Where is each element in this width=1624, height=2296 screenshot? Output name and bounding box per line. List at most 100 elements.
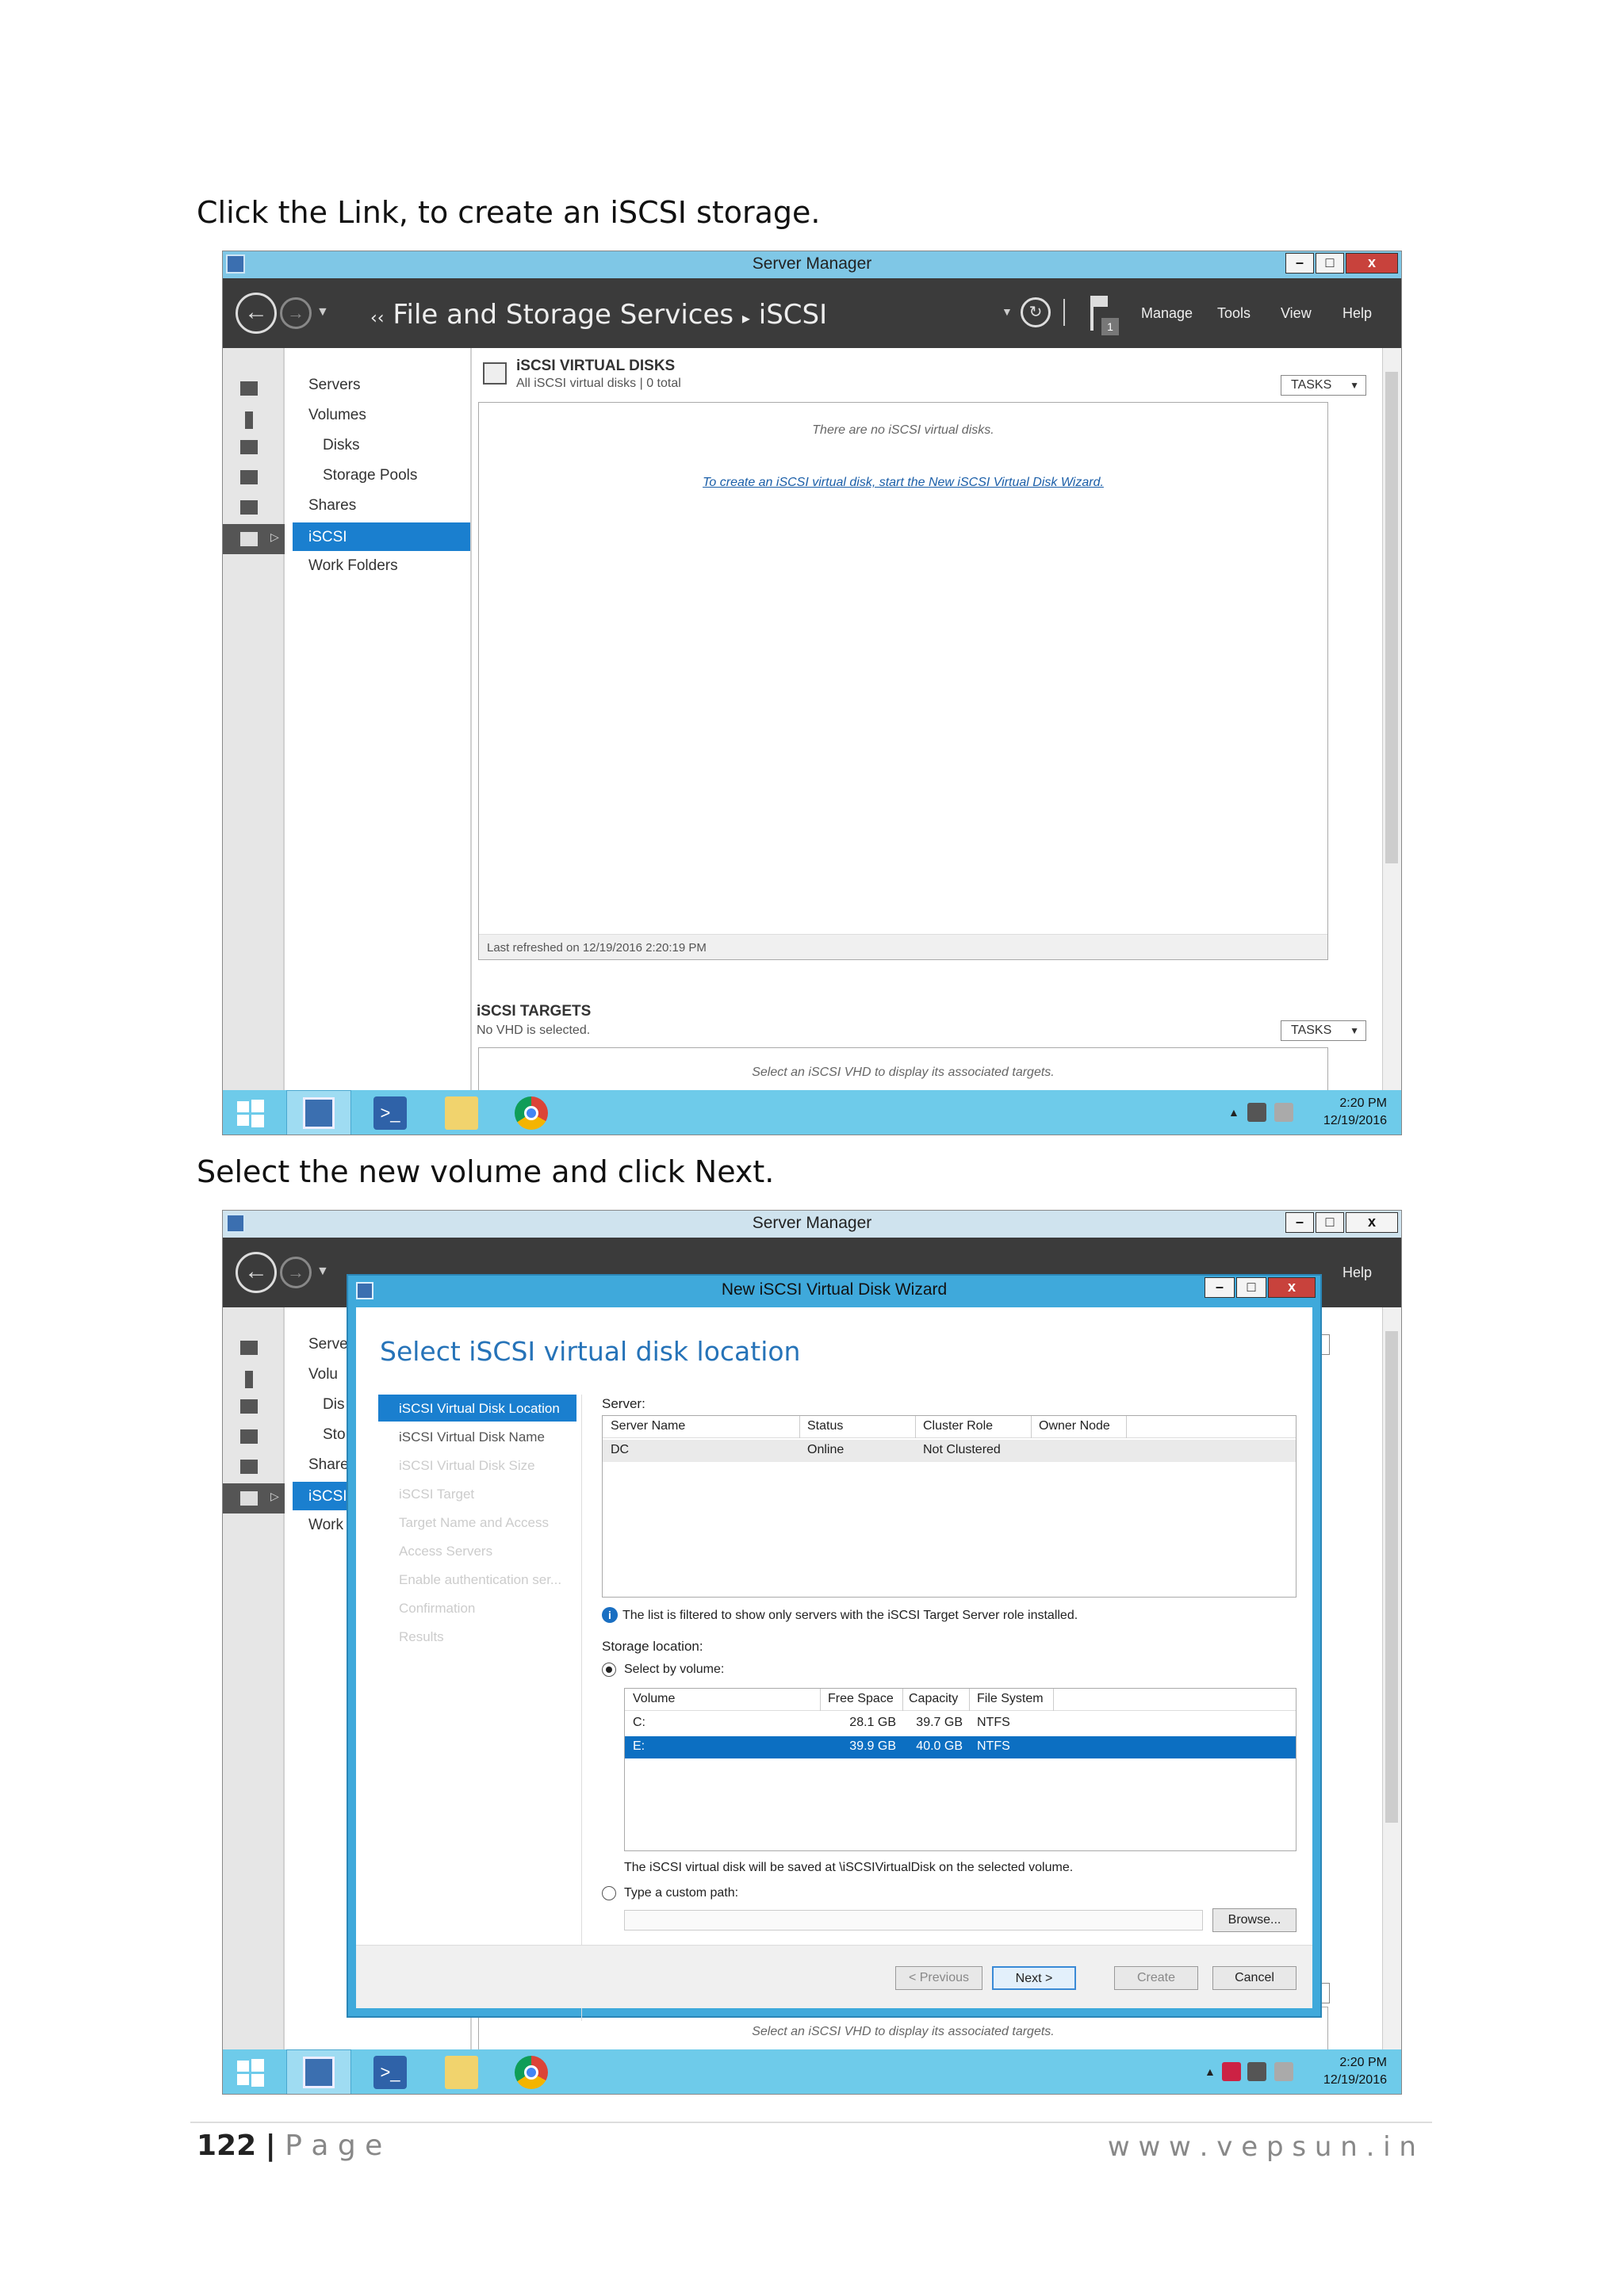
virtual-disks-tasks-dropdown[interactable]: TASKS ▼ (1281, 375, 1366, 396)
back-arrow-icon[interactable]: ← (236, 293, 277, 334)
custom-path-input[interactable] (624, 1910, 1203, 1931)
system-clock[interactable]: 2:20 PM 12/19/2016 (1323, 1095, 1387, 1130)
minimize-button[interactable]: – (1285, 253, 1314, 274)
file-explorer-icon[interactable] (445, 1096, 478, 1130)
taskbar-server-manager[interactable] (286, 1090, 351, 1135)
next-button[interactable]: Next > (992, 1966, 1076, 1990)
nav-item-disks[interactable]: Disks (323, 437, 359, 454)
file-storage-services-rail-item[interactable]: ▷ (223, 1483, 285, 1513)
all-servers-icon[interactable] (240, 1399, 258, 1414)
close-button[interactable]: x (1346, 253, 1398, 274)
chrome-icon[interactable] (515, 2056, 548, 2089)
nav-item-storage-pools[interactable]: Storage Pools (323, 467, 417, 484)
server-list: Server Name Status Cluster Role Owner No… (602, 1415, 1297, 1598)
nav-item-work-folders[interactable]: Work Folders (308, 557, 398, 575)
col-cluster-role[interactable]: Cluster Role (923, 1419, 993, 1433)
speaker-muted-icon[interactable] (1274, 1103, 1293, 1122)
menu-tools[interactable]: Tools (1217, 305, 1251, 322)
nav-item-disks[interactable]: Dis (323, 1396, 344, 1414)
col-owner-node[interactable]: Owner Node (1039, 1419, 1110, 1433)
table-row[interactable]: DC Online Not Clustered (603, 1440, 1296, 1462)
step-authentication: Enable authentication ser... (399, 1572, 562, 1587)
col-server-name[interactable]: Server Name (611, 1419, 685, 1433)
custom-path-radio[interactable] (602, 1886, 616, 1900)
nav-item-shares[interactable]: Share (308, 1456, 349, 1474)
storage-icon[interactable] (240, 500, 258, 515)
scrollbar-thumb[interactable] (1385, 1331, 1398, 1823)
vertical-scrollbar[interactable] (1382, 348, 1401, 1090)
nav-item-iscsi[interactable]: iSCSI (293, 522, 470, 551)
restore-button[interactable]: □ (1316, 253, 1344, 274)
taskbar-server-manager[interactable] (286, 2049, 351, 2094)
dropdown-chevron-icon[interactable]: ▼ (1002, 305, 1013, 318)
menu-help[interactable]: Help (1342, 305, 1372, 322)
action-center-icon[interactable] (1222, 2062, 1241, 2081)
minimize-button[interactable]: – (1285, 1212, 1314, 1233)
cancel-button[interactable]: Cancel (1212, 1966, 1297, 1990)
targets-tasks-dropdown[interactable]: TASKS ▼ (1281, 1020, 1366, 1041)
dashboard-icon[interactable] (240, 381, 258, 396)
network-icon[interactable] (1247, 1103, 1266, 1122)
all-servers-icon[interactable] (240, 440, 258, 454)
menu-view[interactable]: View (1281, 305, 1312, 322)
create-button[interactable]: Create (1114, 1966, 1198, 1990)
windows-start-icon[interactable] (234, 1096, 267, 1130)
close-button[interactable]: x (1346, 1212, 1398, 1233)
nav-item-work-folders[interactable]: Work (308, 1517, 343, 1534)
nav-item-volumes[interactable]: Volumes (308, 407, 366, 424)
breadcrumb-prefix[interactable]: ‹‹ (370, 308, 385, 328)
table-row[interactable]: C: 28.1 GB 39.7 GB NTFS (625, 1712, 1296, 1735)
wizard-restore-button[interactable]: □ (1236, 1277, 1266, 1298)
col-file-system[interactable]: File System (977, 1692, 1044, 1706)
local-server-icon[interactable] (245, 1371, 253, 1388)
file-storage-services-rail-item[interactable]: ▷ (223, 524, 285, 554)
menu-manage[interactable]: Manage (1141, 305, 1193, 322)
dashboard-icon[interactable] (240, 1341, 258, 1355)
custom-path-label[interactable]: Type a custom path: (624, 1886, 738, 1900)
browse-button[interactable]: Browse... (1212, 1908, 1297, 1932)
powershell-icon[interactable]: >_ (373, 2056, 407, 2089)
speaker-muted-icon[interactable] (1274, 2062, 1293, 2081)
powershell-icon[interactable]: >_ (373, 1096, 407, 1130)
nav-item-servers[interactable]: Servers (308, 377, 360, 394)
previous-button[interactable]: < Previous (895, 1966, 982, 1990)
select-by-volume-label[interactable]: Select by volume: (624, 1663, 724, 1677)
scrollbar-thumb[interactable] (1385, 372, 1398, 863)
nav-item-volumes[interactable]: Volu (308, 1366, 338, 1383)
file-services-icon[interactable] (240, 1429, 258, 1444)
col-capacity[interactable]: Capacity (909, 1692, 958, 1706)
forward-arrow-icon[interactable]: → (280, 1257, 312, 1288)
col-status[interactable]: Status (807, 1419, 843, 1433)
server-label: Server: (602, 1396, 645, 1411)
table-row-selected[interactable]: E: 39.9 GB 40.0 GB NTFS (625, 1736, 1296, 1758)
system-clock[interactable]: 2:20 PM 12/19/2016 (1323, 2054, 1387, 2089)
col-free-space[interactable]: Free Space (828, 1692, 894, 1706)
chevron-down-icon[interactable]: ▼ (316, 305, 329, 320)
file-explorer-icon[interactable] (445, 2056, 478, 2089)
step-active[interactable]: iSCSI Virtual Disk Location (378, 1395, 576, 1422)
menu-help[interactable]: Help (1342, 1265, 1372, 1281)
storage-icon[interactable] (240, 1460, 258, 1474)
nav-item-shares[interactable]: Shares (308, 497, 356, 515)
file-services-icon[interactable] (240, 470, 258, 484)
wizard-minimize-button[interactable]: – (1205, 1277, 1235, 1298)
breadcrumb-section[interactable]: File and Storage Services (393, 299, 733, 331)
back-arrow-icon[interactable]: ← (236, 1252, 277, 1293)
restore-button[interactable]: □ (1316, 1212, 1344, 1233)
col-volume[interactable]: Volume (633, 1692, 675, 1706)
chrome-icon[interactable] (515, 1096, 548, 1130)
select-by-volume-radio[interactable] (602, 1663, 616, 1677)
local-server-icon[interactable] (245, 411, 253, 429)
wizard-close-button[interactable]: x (1268, 1277, 1316, 1298)
show-hidden-icons-icon[interactable]: ▲ (1228, 1106, 1239, 1119)
network-icon[interactable] (1247, 2062, 1266, 2081)
nav-item-servers[interactable]: Serve (308, 1336, 348, 1353)
chevron-down-icon[interactable]: ▼ (316, 1265, 329, 1279)
nav-item-storage-pools[interactable]: Sto (323, 1426, 346, 1444)
show-hidden-icons-icon[interactable]: ▲ (1205, 2065, 1216, 2078)
new-virtual-disk-wizard-link[interactable]: To create an iSCSI virtual disk, start t… (479, 476, 1327, 490)
refresh-icon[interactable]: ↻ (1021, 297, 1051, 327)
windows-start-icon[interactable] (234, 2056, 267, 2089)
forward-arrow-icon[interactable]: → (280, 297, 312, 329)
vertical-scrollbar[interactable] (1382, 1307, 1401, 2049)
